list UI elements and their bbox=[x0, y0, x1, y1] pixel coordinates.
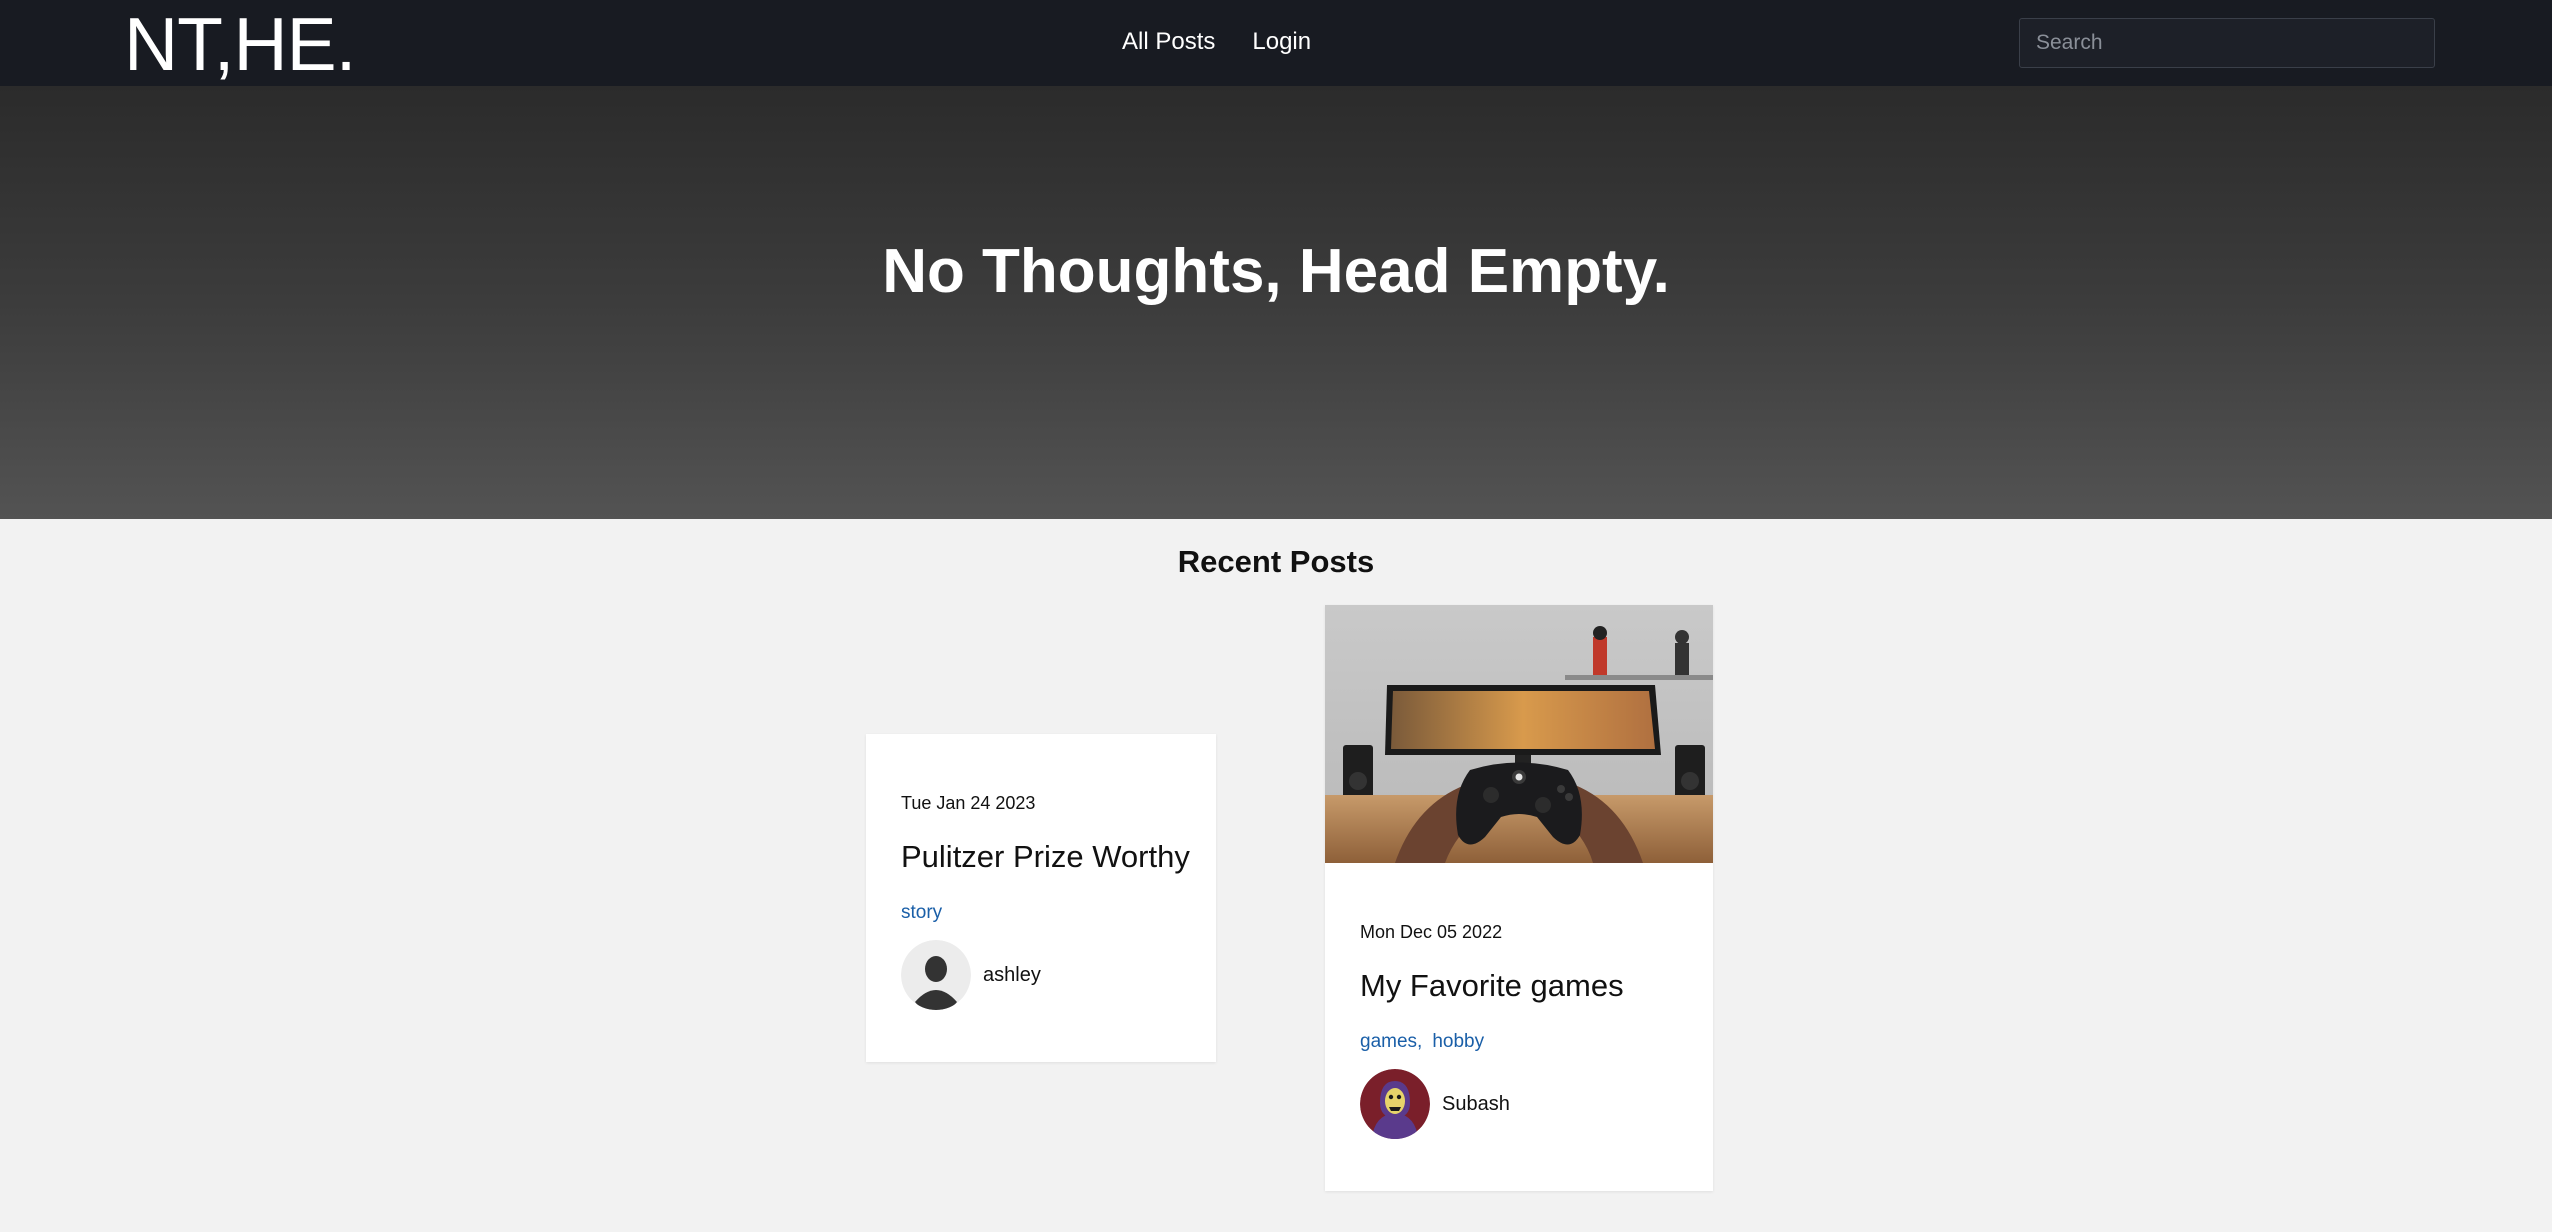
author-name: Subash bbox=[1442, 1093, 1510, 1115]
hero-title: No Thoughts, Head Empty. bbox=[882, 237, 1670, 306]
brand-logo[interactable]: NT,HE. bbox=[124, 4, 357, 84]
default-user-avatar-icon bbox=[901, 940, 971, 1010]
post-date: Mon Dec 05 2022 bbox=[1360, 922, 1503, 942]
tag-link-hobby[interactable]: hobby bbox=[1432, 1031, 1484, 1053]
post-card-body: Tue Jan 24 2023 Pulitzer Prize Worthy st… bbox=[901, 792, 1190, 1010]
game-controller-photo[interactable] bbox=[1325, 605, 1713, 863]
tag-link-games[interactable]: games, bbox=[1360, 1031, 1422, 1053]
tag-link-story[interactable]: story bbox=[901, 902, 942, 924]
nav-link-all-posts[interactable]: All Posts bbox=[1122, 27, 1215, 57]
post-tags: story bbox=[901, 902, 1190, 924]
skeletor-avatar-icon bbox=[1360, 1069, 1430, 1139]
post-title-link[interactable]: My Favorite games bbox=[1360, 967, 1624, 1005]
nav-link-login[interactable]: Login bbox=[1252, 27, 1311, 57]
post-date: Tue Jan 24 2023 bbox=[901, 793, 1036, 813]
author-name: ashley bbox=[983, 964, 1041, 986]
recent-posts-heading: Recent Posts bbox=[1177, 544, 1375, 579]
post-card: Mon Dec 05 2022 My Favorite games games,… bbox=[1325, 605, 1713, 1191]
post-card: Tue Jan 24 2023 Pulitzer Prize Worthy st… bbox=[866, 734, 1216, 1062]
nav-links: All Posts Login bbox=[1122, 27, 1311, 57]
hero-banner: No Thoughts, Head Empty. bbox=[0, 86, 2552, 519]
post-author: ashley bbox=[901, 940, 1190, 1010]
search-input[interactable] bbox=[2019, 18, 2435, 68]
post-card-body: Mon Dec 05 2022 My Favorite games games,… bbox=[1360, 921, 1624, 1139]
post-tags: games, hobby bbox=[1360, 1031, 1624, 1053]
navbar: NT,HE. All Posts Login bbox=[0, 0, 2552, 86]
post-author: Subash bbox=[1360, 1069, 1624, 1139]
post-title-link[interactable]: Pulitzer Prize Worthy bbox=[901, 838, 1190, 876]
